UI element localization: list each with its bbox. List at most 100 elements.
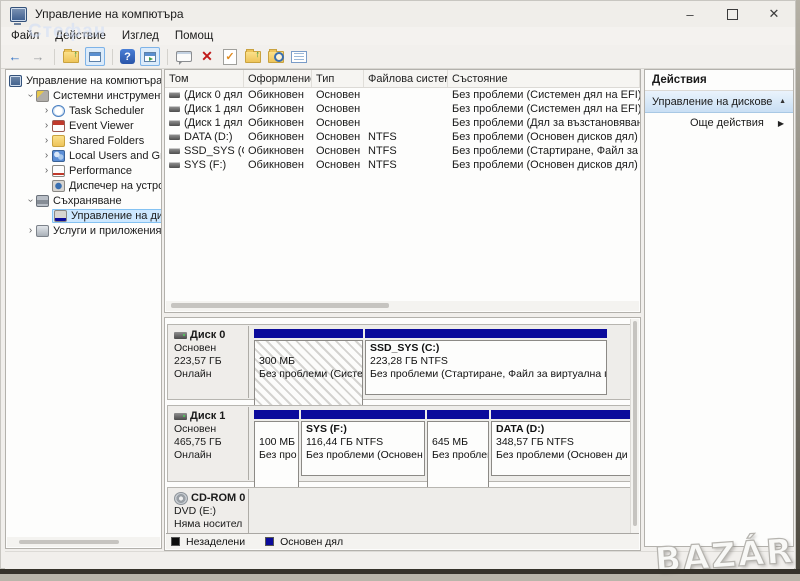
scrollbar-thumb[interactable] (171, 303, 389, 308)
disk0-partition-efi[interactable]: 300 МБ Без проблеми (Систем (254, 329, 363, 395)
cdrom-media: Няма носител (174, 518, 248, 531)
disk1-label[interactable]: Диск 1 Основен 465,75 ГБ Онлайн (169, 407, 249, 480)
disk1-partition-recovery[interactable]: 645 МБ Без проблем (427, 410, 489, 476)
disk-icon (174, 413, 187, 420)
collapse-up-icon[interactable]: ▲ (779, 98, 786, 105)
tree-label: Услуги и приложения (53, 225, 162, 237)
column-header-filesystem[interactable]: Файлова система (364, 70, 448, 87)
properties-icon[interactable] (290, 48, 308, 65)
tree-item-computer-management[interactable]: Управление на компютъра (л (6, 73, 161, 88)
volume-icon (169, 148, 180, 154)
table-row[interactable]: SSD_SYS (C:) Обикновен Основен NTFS Без … (165, 144, 640, 158)
services-icon (36, 225, 49, 237)
column-header-layout[interactable]: Оформление (244, 70, 312, 87)
chevron-down-icon[interactable]: › (25, 90, 36, 101)
scrollbar-thumb[interactable] (19, 540, 119, 544)
column-header-type[interactable]: Тип (312, 70, 364, 87)
disk0-state: Онлайн (174, 368, 248, 381)
tree-item-task-scheduler[interactable]: › Task Scheduler (6, 103, 161, 118)
window-title: Управление на компютъра (35, 7, 184, 21)
chevron-right-icon[interactable]: › (41, 150, 52, 161)
volume-icon (169, 162, 180, 168)
tree-label: Диспечер на устройст (69, 180, 162, 192)
maximize-button[interactable] (711, 1, 753, 27)
disk0-label[interactable]: Диск 0 Основен 223,57 ГБ Онлайн (169, 326, 249, 398)
chevron-right-icon[interactable]: › (41, 135, 52, 146)
cdrom-drive: DVD (E:) (174, 505, 248, 518)
disk1-partition-data[interactable]: DATA (D:) 348,57 ГБ NTFS Без проблеми (О… (491, 410, 635, 476)
submenu-arrow-icon[interactable]: ▶ (778, 119, 784, 128)
computer-icon (9, 75, 22, 87)
volume-table-header: Том Оформление Тип Файлова система Състо… (165, 70, 640, 88)
table-row[interactable]: DATA (D:) Обикновен Основен NTFS Без про… (165, 130, 640, 144)
column-header-volume[interactable]: Том (165, 70, 244, 87)
tree-item-disk-management[interactable]: Управление на дисков (6, 208, 161, 223)
tree-label: Local Users and Groups (69, 150, 162, 162)
find-folder-icon[interactable] (267, 48, 285, 65)
window-controls: – ✕ (669, 1, 795, 27)
column-header-status[interactable]: Състояние (448, 70, 640, 87)
toolbar-separator (54, 49, 55, 65)
chevron-right-icon[interactable]: › (41, 165, 52, 176)
legend-bar: Незаделени Основен дял (166, 533, 639, 549)
help-icon[interactable]: ? (120, 49, 135, 64)
menu-help[interactable]: Помощ (167, 30, 221, 42)
chevron-right-icon[interactable]: › (41, 105, 52, 116)
scrollbar-thumb[interactable] (633, 321, 637, 526)
disk0-size: 223,57 ГБ (174, 355, 248, 368)
volume-icon (169, 92, 180, 98)
up-folder-icon[interactable] (62, 48, 80, 65)
delete-icon[interactable]: ✕ (198, 48, 216, 65)
tree-item-services-applications[interactable]: › Услуги и приложения (6, 223, 161, 238)
close-button[interactable]: ✕ (753, 1, 795, 27)
back-icon[interactable]: ← (6, 48, 24, 65)
legend-primary-swatch (265, 537, 274, 546)
actions-title: Действия (645, 70, 793, 91)
tree-label: Управление на дисков (71, 210, 162, 222)
disk-pane-vertical-scrollbar[interactable] (630, 319, 639, 535)
legend-primary-label: Основен дял (280, 536, 343, 548)
show-action-pane-icon[interactable] (140, 47, 160, 66)
volume-list-horizontal-scrollbar[interactable] (166, 301, 639, 311)
selected-tree-item: Управление на дисков (52, 209, 162, 223)
table-row[interactable]: (Диск 1 дял 1) Обикновен Основен Без про… (165, 102, 640, 116)
more-actions-item[interactable]: Още действия ▶ (645, 113, 793, 133)
show-console-tree-icon[interactable] (85, 47, 105, 66)
table-row[interactable]: (Диск 1 дял 4) Обикновен Основен Без про… (165, 116, 640, 130)
users-icon (52, 150, 65, 162)
tree-item-device-manager[interactable]: Диспечер на устройст (6, 178, 161, 193)
volume-icon (169, 120, 180, 126)
tree-horizontal-scrollbar[interactable] (7, 537, 160, 547)
menu-view[interactable]: Изглед (114, 30, 167, 42)
tree-item-shared-folders[interactable]: › Shared Folders (6, 133, 161, 148)
disk1-partition-sys[interactable]: SYS (F:) 116,44 ГБ NTFS Без проблеми (Ос… (301, 410, 425, 476)
chevron-right-icon[interactable]: › (25, 225, 36, 236)
chevron-right-icon[interactable]: › (41, 120, 52, 131)
popup-pane-icon[interactable] (175, 48, 193, 65)
check-disk-icon[interactable]: ✓ (221, 48, 239, 65)
chevron-down-icon[interactable]: › (25, 195, 36, 206)
actions-pane: Действия Управление на дискове ▲ Още дей… (644, 69, 794, 547)
table-row[interactable]: SYS (F:) Обикновен Основен NTFS Без проб… (165, 158, 640, 172)
tree-item-local-users-groups[interactable]: › Local Users and Groups (6, 148, 161, 163)
disk1-size: 465,75 ГБ (174, 436, 248, 449)
disk1-partition-system[interactable]: 100 МБ Без про (254, 410, 299, 476)
minimize-button[interactable]: – (669, 1, 711, 27)
partition-color-bar (301, 410, 425, 419)
actions-group-disk-management[interactable]: Управление на дискове ▲ (645, 91, 793, 113)
disk0-partition-ssd-sys[interactable]: SSD_SYS (C:) 223,28 ГБ NTFS Без проблеми… (365, 329, 607, 395)
partition-color-bar (427, 410, 489, 419)
menu-action[interactable]: Действие (47, 30, 114, 42)
disk-icon (174, 332, 187, 339)
console-tree-pane: Управление на компютъра (л › Системни ин… (5, 69, 162, 549)
tree-item-performance[interactable]: › Performance (6, 163, 161, 178)
forward-icon[interactable]: → (29, 48, 47, 65)
tree-item-system-tools[interactable]: › Системни инструменти (6, 88, 161, 103)
table-row[interactable]: (Диск 0 дял 1) Обикновен Основен Без про… (165, 88, 640, 102)
status-bar (5, 551, 794, 569)
export-folder-icon[interactable] (244, 48, 262, 65)
tree-item-event-viewer[interactable]: › Event Viewer (6, 118, 161, 133)
menu-file[interactable]: Файл (3, 30, 47, 42)
tree-item-storage[interactable]: › Съхраняване (6, 193, 161, 208)
volume-icon (169, 134, 180, 140)
